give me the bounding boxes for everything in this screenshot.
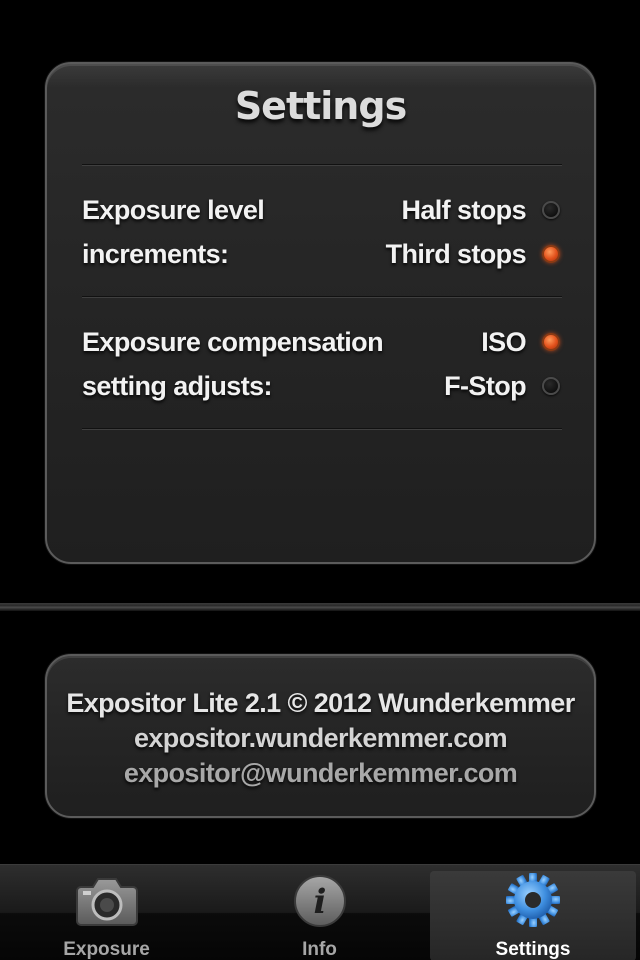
tab-info-label: Info [302,939,337,960]
option-fstop-label: F-Stop [444,370,526,401]
option-half-stops-label: Half stops [401,194,526,225]
exposure-comp-label-line1: Exposure compensation [82,327,384,357]
option-iso[interactable]: ISO [481,320,560,364]
option-fstop[interactable]: F-Stop [444,364,560,408]
app-version-copyright: Expositor Lite 2.1 © 2012 Wunderkemmer [66,688,575,718]
info-icon: i [287,871,353,931]
tab-bar: Exposure i Info Settings [0,864,640,960]
gear-icon [500,871,566,929]
exposure-comp-label-line2: setting adjusts: [82,371,273,401]
radio-fstop-icon[interactable] [542,377,560,395]
camera-icon [74,871,140,931]
radio-half-stops-icon[interactable] [542,201,560,219]
tab-exposure[interactable]: Exposure [0,865,213,960]
divider [82,296,562,298]
tab-settings[interactable]: Settings [430,871,636,960]
option-third-stops-label: Third stops [385,238,527,269]
settings-panel: Settings Exposure level increments: Half… [45,62,596,564]
section-separator [0,603,640,611]
option-third-stops[interactable]: Third stops [386,232,560,276]
exposure-level-label-line2: increments: [82,239,229,269]
tab-exposure-label: Exposure [63,939,150,960]
about-panel: Expositor Lite 2.1 © 2012 Wunderkemmer e… [45,654,596,818]
divider [82,164,562,166]
tab-settings-label: Settings [495,939,571,960]
exposure-level-label-line1: Exposure level [82,195,265,225]
screen: Settings Exposure level increments: Half… [0,0,640,960]
website-link[interactable]: expositor.wunderkemmer.com [47,723,594,754]
radio-iso-icon[interactable] [542,333,560,351]
radio-third-stops-icon[interactable] [542,245,560,263]
option-iso-label: ISO [481,326,526,357]
tab-info[interactable]: i Info [213,865,426,960]
settings-title: Settings [234,84,407,128]
svg-text:i: i [313,882,326,922]
email-link[interactable]: expositor@wunderkemmer.com [47,758,594,789]
option-half-stops[interactable]: Half stops [401,188,560,232]
divider [82,428,562,430]
